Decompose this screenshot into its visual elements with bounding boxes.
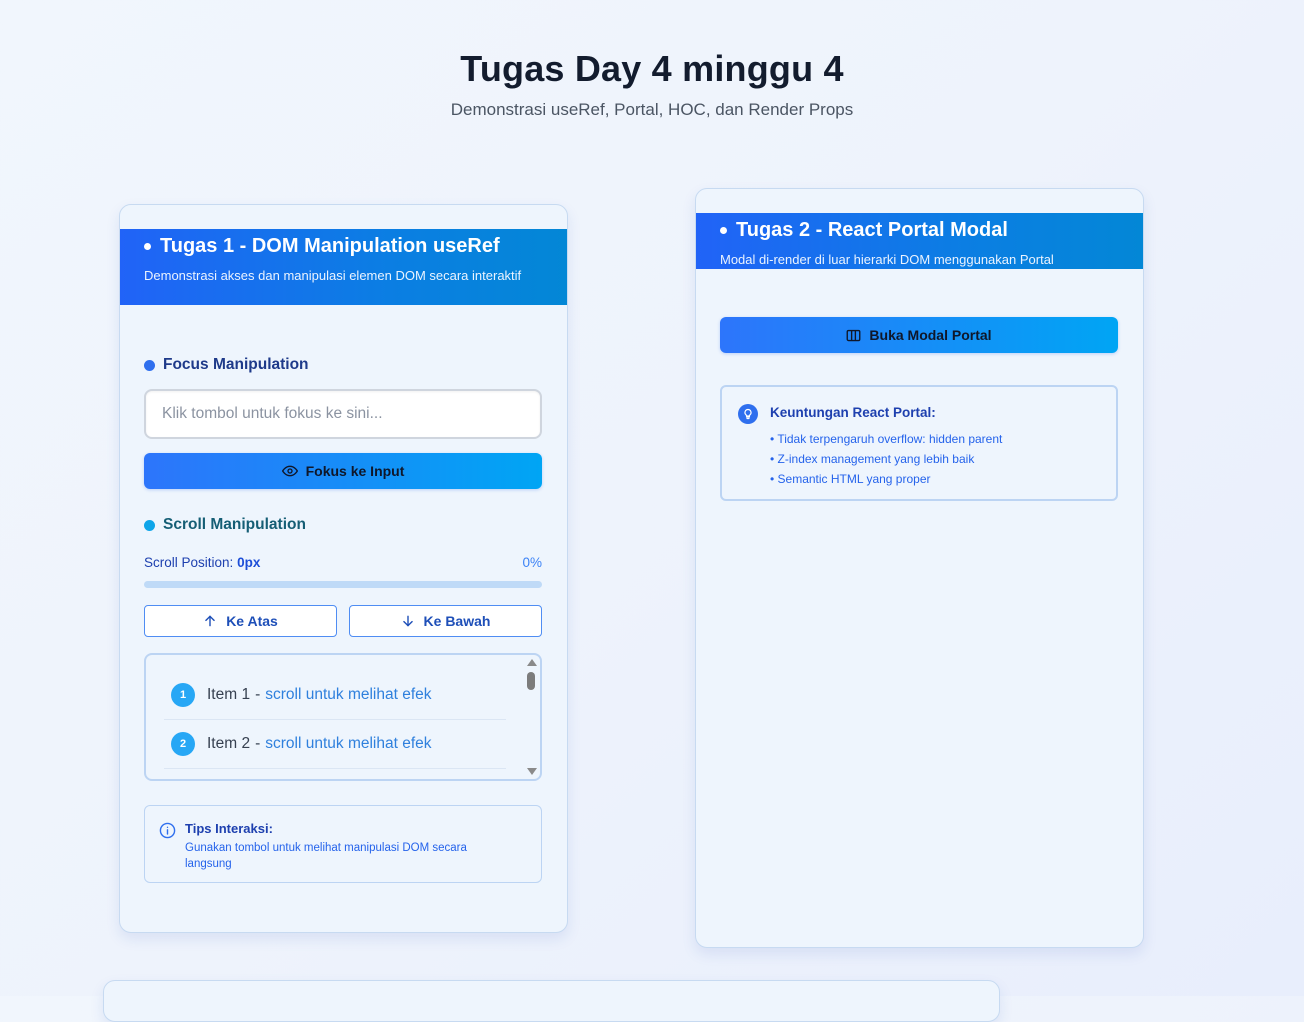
task2-title-row: Tugas 2 - React Portal Modal bbox=[720, 219, 1008, 242]
open-portal-modal-button[interactable]: Buka Modal Portal bbox=[720, 317, 1118, 353]
task1-title: Tugas 1 - DOM Manipulation useRef bbox=[160, 235, 500, 257]
title-dot-icon bbox=[144, 243, 151, 250]
lightbulb-icon bbox=[738, 404, 758, 424]
scroll-down-label: Ke Bawah bbox=[423, 613, 491, 629]
task1-description: Demonstrasi akses dan manipulasi elemen … bbox=[144, 268, 522, 283]
arrow-down-icon bbox=[402, 615, 413, 627]
focus-input[interactable] bbox=[144, 389, 542, 439]
item-number-badge: 2 bbox=[171, 732, 195, 756]
tips-box: Tips Interaksi: Gunakan tombol untuk mel… bbox=[144, 805, 542, 883]
scroll-dot-icon bbox=[144, 519, 155, 531]
scroll-position-value: 0px bbox=[237, 555, 261, 570]
item-separator: - bbox=[255, 686, 261, 703]
task1-card: Tugas 1 - DOM Manipulation useRef Demons… bbox=[119, 204, 568, 933]
scroll-percent: 0% bbox=[522, 555, 542, 570]
scroll-down-button[interactable]: Ke Bawah bbox=[349, 605, 542, 637]
scroll-section-title: Scroll Manipulation bbox=[163, 516, 306, 533]
scrollbar-up-arrow-icon[interactable] bbox=[527, 659, 537, 666]
title-dot-icon bbox=[720, 227, 727, 234]
page-title: Tugas Day 4 minggu 4 bbox=[460, 48, 844, 89]
focus-input-button[interactable]: Fokus ke Input bbox=[144, 453, 542, 489]
arrow-up-icon bbox=[205, 615, 215, 627]
tips-text: Gunakan tombol untuk melihat manipulasi … bbox=[185, 842, 467, 870]
item-name: Item 1 bbox=[207, 686, 251, 703]
page-subtitle: Demonstrasi useRef, Portal, HOC, dan Ren… bbox=[450, 100, 854, 119]
task2-card: Tugas 2 - React Portal Modal Modal di-re… bbox=[695, 188, 1144, 948]
item-number-badge: 1 bbox=[171, 683, 195, 707]
eye-icon bbox=[281, 465, 298, 477]
task1-header: Tugas 1 - DOM Manipulation useRef Demons… bbox=[120, 229, 567, 305]
scroll-container[interactable]: 1 Item 1 - scroll untuk melihat efek 2 I… bbox=[144, 653, 542, 781]
columns-icon bbox=[846, 329, 861, 341]
task1-title-row: Tugas 1 - DOM Manipulation useRef bbox=[144, 235, 500, 258]
list-item: 2 Item 2 - scroll untuk melihat efek bbox=[164, 720, 506, 769]
task2-description: Modal di-render di luar hierarki DOM men… bbox=[720, 252, 1054, 267]
portal-benefits-box: Keuntungan React Portal: • Tidak terpeng… bbox=[720, 385, 1118, 501]
next-task-card bbox=[103, 980, 1000, 1022]
scroll-position-label: Scroll Position: bbox=[144, 555, 234, 570]
benefits-title: Keuntungan React Portal: bbox=[770, 405, 936, 420]
scroll-up-button[interactable]: Ke Atas bbox=[144, 605, 337, 637]
scroll-section-label: Scroll Manipulation bbox=[144, 516, 306, 534]
benefits-list: • Tidak terpengaruh overflow: hidden par… bbox=[770, 429, 1002, 489]
benefit-item: • Semantic HTML yang proper bbox=[770, 472, 931, 486]
tips-title: Tips Interaksi: bbox=[185, 821, 273, 836]
benefit-item: • Tidak terpengaruh overflow: hidden par… bbox=[770, 432, 1003, 446]
info-icon bbox=[159, 822, 176, 839]
focus-section-label: Focus Manipulation bbox=[144, 356, 309, 374]
focus-button-label: Fokus ke Input bbox=[305, 463, 405, 479]
item-hint: scroll untuk melihat efek bbox=[265, 686, 432, 703]
focus-section-title: Focus Manipulation bbox=[163, 356, 309, 373]
benefit-item: • Z-index management yang lebih baik bbox=[770, 452, 975, 466]
scroll-position-row: Scroll Position: 0px 0% bbox=[144, 555, 542, 570]
portal-button-label: Buka Modal Portal bbox=[869, 327, 992, 343]
scrollbar-down-arrow-icon[interactable] bbox=[527, 768, 537, 775]
scroll-progress-bar bbox=[144, 581, 542, 588]
scrollbar[interactable] bbox=[524, 655, 540, 779]
item-separator: - bbox=[255, 735, 261, 752]
focus-dot-icon bbox=[144, 359, 155, 371]
task2-header: Tugas 2 - React Portal Modal Modal di-re… bbox=[696, 213, 1143, 269]
scrollbar-thumb[interactable] bbox=[527, 672, 535, 690]
item-name: Item 2 bbox=[207, 735, 251, 752]
scroll-up-label: Ke Atas bbox=[226, 613, 278, 629]
item-hint: scroll untuk melihat efek bbox=[265, 735, 432, 752]
list-item: 1 Item 1 - scroll untuk melihat efek bbox=[164, 671, 506, 720]
task2-title: Tugas 2 - React Portal Modal bbox=[736, 219, 1008, 241]
